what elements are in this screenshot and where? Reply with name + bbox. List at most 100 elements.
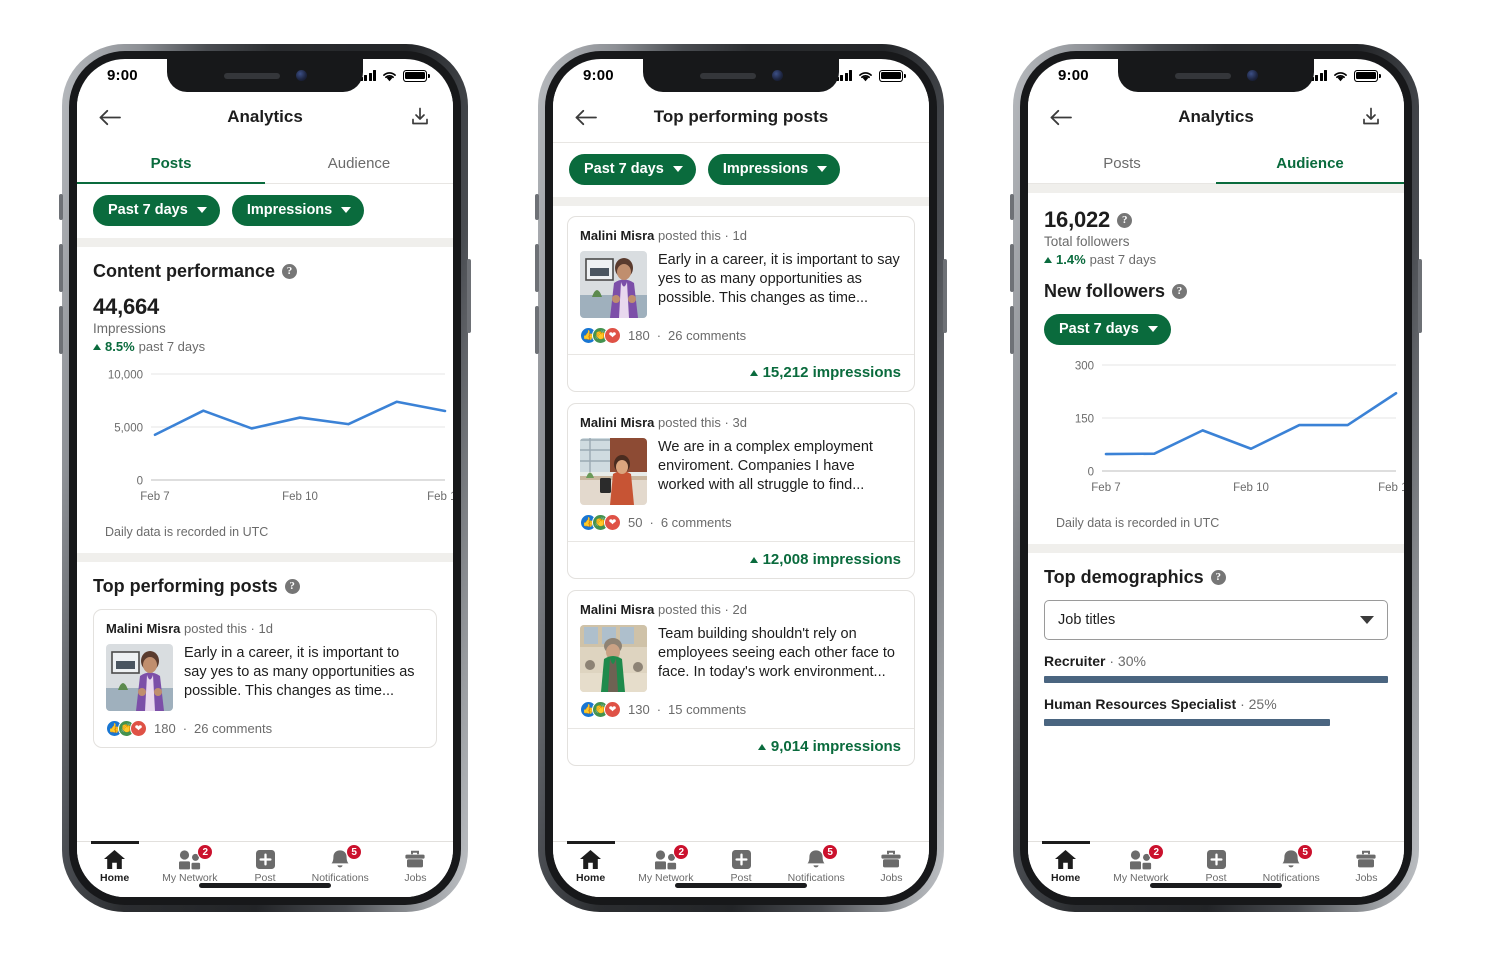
nav-item-notifications[interactable]: 5 Notifications xyxy=(779,842,854,884)
nav-item-home[interactable]: Home xyxy=(1028,842,1103,884)
help-icon[interactable]: ? xyxy=(1117,212,1133,228)
tab-audience[interactable]: Audience xyxy=(1216,142,1404,184)
nav-item-jobs[interactable]: Jobs xyxy=(1329,842,1404,884)
speaker-grille xyxy=(1174,72,1231,79)
home-indicator[interactable] xyxy=(199,883,331,888)
nav-item-my-network[interactable]: 2 My Network xyxy=(152,842,227,884)
badge-count: 5 xyxy=(822,844,839,860)
demographic-bar xyxy=(1044,676,1388,683)
speaker-grille xyxy=(223,72,280,79)
post-author-line: Malini Misra posted this · 2d xyxy=(580,602,902,617)
chip-time-range-label: Past 7 days xyxy=(584,161,664,177)
badge-count: 2 xyxy=(673,844,690,860)
post-author: Malini Misra xyxy=(580,602,655,617)
chip-time-range[interactable]: Past 7 days xyxy=(569,154,696,185)
trend-up-icon xyxy=(749,369,758,376)
post-author-line: Malini Misra posted this · 1d xyxy=(580,228,902,243)
post-impressions: 12,008 impressions xyxy=(568,541,914,578)
demographic-bar xyxy=(1044,719,1330,726)
dot-separator: · xyxy=(182,721,188,736)
nav-item-notifications[interactable]: 5 Notifications xyxy=(303,842,378,884)
total-followers-label: Total followers xyxy=(1044,234,1130,249)
tab-audience[interactable]: Audience xyxy=(265,142,453,183)
scroll-content-2[interactable]: Malini Misra posted this · 1d Early in a… xyxy=(553,206,929,841)
volume-up-button[interactable] xyxy=(535,244,539,292)
chip-metric[interactable]: Impressions xyxy=(707,154,841,185)
demographics-select-value: Job titles xyxy=(1058,612,1116,628)
nav-item-post[interactable]: Post xyxy=(703,842,778,884)
mute-switch[interactable] xyxy=(1010,194,1014,220)
section-heading: New followers ? xyxy=(1044,281,1388,302)
scroll-content-1[interactable]: Content performance ? 44,664 Impressions… xyxy=(77,247,453,841)
tab-posts[interactable]: Posts xyxy=(77,142,265,184)
power-button[interactable] xyxy=(467,259,471,333)
post-card[interactable]: Malini Misra posted this · 1d Early in a… xyxy=(567,216,915,392)
home-indicator[interactable] xyxy=(1150,883,1282,888)
svg-text:Feb 13: Feb 13 xyxy=(1378,482,1404,494)
tab-bar-1: Posts Audience xyxy=(77,142,453,184)
tab-posts[interactable]: Posts xyxy=(1028,142,1216,183)
chip-metric[interactable]: Impressions xyxy=(231,195,365,226)
nav-item-notifications[interactable]: 5 Notifications xyxy=(1254,842,1329,884)
dot-separator: · xyxy=(656,702,662,717)
download-icon[interactable] xyxy=(1354,100,1388,134)
nav-item-post[interactable]: Post xyxy=(227,842,302,884)
comment-count: 26 comments xyxy=(194,721,273,736)
dot-separator: · xyxy=(1240,696,1245,712)
volume-up-button[interactable] xyxy=(1010,244,1014,292)
mute-switch[interactable] xyxy=(535,194,539,220)
post-card[interactable]: Malini Misra posted this · 1d Early in a… xyxy=(93,609,437,748)
demographics-select[interactable]: Job titles xyxy=(1044,600,1388,640)
demographic-label: Human Resources Specialist · 25% xyxy=(1044,696,1388,712)
back-arrow-icon[interactable] xyxy=(569,100,603,134)
chip-metric-label: Impressions xyxy=(246,202,333,218)
svg-text:Feb 10: Feb 10 xyxy=(1233,482,1269,494)
nav-item-jobs[interactable]: Jobs xyxy=(854,842,929,884)
nav-item-jobs[interactable]: Jobs xyxy=(378,842,453,884)
section-heading-label: Content performance xyxy=(93,261,276,281)
section-divider xyxy=(77,553,453,562)
help-icon[interactable]: ? xyxy=(1210,570,1226,585)
volume-down-button[interactable] xyxy=(535,306,539,354)
post-card[interactable]: Malini Misra posted this · 2d Team build… xyxy=(567,590,915,766)
svg-text:Feb 7: Feb 7 xyxy=(1091,482,1120,494)
app-bar-3: Analytics xyxy=(1028,92,1404,142)
app-root-2: 9:00 Top performing posts Past 7 days Im… xyxy=(553,59,929,897)
nav-item-home[interactable]: Home xyxy=(553,842,628,884)
nav-item-post[interactable]: Post xyxy=(1178,842,1253,884)
svg-text:150: 150 xyxy=(1075,414,1094,426)
impressions-value: 44,664 xyxy=(93,294,160,319)
chip-time-range[interactable]: Past 7 days xyxy=(93,195,220,226)
chart-note-3: Daily data is recorded in UTC xyxy=(1056,516,1220,530)
download-icon[interactable] xyxy=(403,100,437,134)
heart-icon: ❤ xyxy=(604,327,621,344)
bottom-nav-1: Home 2 My Network Post 5 Notifications J… xyxy=(77,841,453,897)
volume-down-button[interactable] xyxy=(1010,306,1014,354)
nav-item-my-network[interactable]: 2 My Network xyxy=(1103,842,1178,884)
tab-bar-3: Posts Audience xyxy=(1028,142,1404,184)
nav-label: Home xyxy=(100,872,130,884)
mute-switch[interactable] xyxy=(59,194,63,220)
volume-down-button[interactable] xyxy=(59,306,63,354)
volume-up-button[interactable] xyxy=(59,244,63,292)
wifi-icon xyxy=(1334,71,1347,81)
post-thumbnail xyxy=(106,644,173,711)
reaction-count: 50 xyxy=(628,515,643,530)
nav-item-my-network[interactable]: 2 My Network xyxy=(628,842,703,884)
svg-text:300: 300 xyxy=(1075,361,1094,373)
back-arrow-icon[interactable] xyxy=(93,100,127,134)
impressions-label: Impressions xyxy=(93,321,166,336)
chip-time-range[interactable]: Past 7 days xyxy=(1044,314,1171,345)
help-icon[interactable]: ? xyxy=(282,264,298,279)
power-button[interactable] xyxy=(943,259,947,333)
nav-item-home[interactable]: Home xyxy=(77,842,152,884)
post-card[interactable]: Malini Misra posted this · 3d We are in … xyxy=(567,403,915,579)
nav-label: Jobs xyxy=(404,872,427,884)
help-icon[interactable]: ? xyxy=(1172,284,1188,299)
power-button[interactable] xyxy=(1418,259,1422,333)
home-indicator[interactable] xyxy=(675,883,807,888)
back-arrow-icon[interactable] xyxy=(1044,100,1078,134)
help-icon[interactable]: ? xyxy=(284,579,300,594)
scroll-content-3[interactable]: 16,022 ? Total followers 1.4% past 7 day… xyxy=(1028,193,1404,841)
status-time: 9:00 xyxy=(583,67,614,84)
